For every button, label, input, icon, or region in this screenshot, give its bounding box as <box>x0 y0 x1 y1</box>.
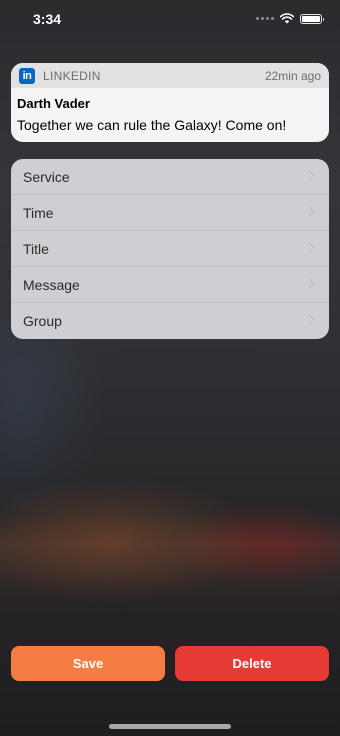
chevron-right-icon <box>304 206 315 217</box>
menu-item-message[interactable]: Message <box>11 267 329 303</box>
menu-item-label: Service <box>23 168 70 185</box>
chevron-right-icon <box>304 278 315 289</box>
menu-item-label: Time <box>23 204 54 221</box>
notification-card[interactable]: in LINKEDIN 22min ago Darth Vader Togeth… <box>11 63 329 142</box>
menu-item-label: Title <box>23 240 49 257</box>
signal-dots-icon <box>256 17 274 20</box>
linkedin-icon: in <box>19 67 35 84</box>
menu-item-label: Group <box>23 313 62 329</box>
status-icons <box>256 13 324 24</box>
status-time: 3:34 <box>33 11 62 27</box>
menu-item-service[interactable]: Service <box>11 159 329 195</box>
delete-button[interactable]: Delete <box>175 646 329 681</box>
field-menu: Service Time Title Message Group <box>11 159 329 339</box>
chevron-right-icon <box>304 314 315 325</box>
wifi-icon <box>280 13 294 24</box>
notification-title: Darth Vader <box>17 96 90 111</box>
save-button[interactable]: Save <box>11 646 165 681</box>
notification-header: in LINKEDIN 22min ago <box>11 63 329 88</box>
menu-item-title[interactable]: Title <box>11 231 329 267</box>
battery-icon <box>300 13 324 24</box>
menu-item-time[interactable]: Time <box>11 195 329 231</box>
notification-app-name: LINKEDIN <box>43 68 101 83</box>
home-indicator[interactable] <box>109 724 231 729</box>
status-bar: 3:34 <box>0 0 340 40</box>
chevron-right-icon <box>304 170 315 181</box>
notification-time: 22min ago <box>264 68 321 83</box>
menu-item-label: Message <box>23 276 80 293</box>
chevron-right-icon <box>304 242 315 253</box>
menu-item-group[interactable]: Group <box>11 303 329 339</box>
notification-message: Together we can rule the Galaxy! Come on… <box>17 117 287 133</box>
